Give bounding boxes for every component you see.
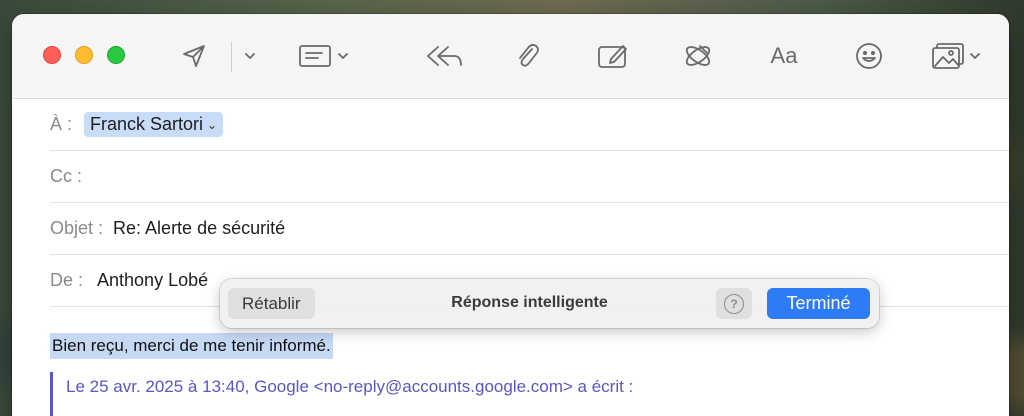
attach-button[interactable]: [509, 38, 545, 74]
question-icon: ?: [724, 293, 744, 314]
message-body-selected-text[interactable]: Bien reçu, merci de me tenir informé.: [50, 333, 333, 359]
insert-photo-button[interactable]: [926, 38, 986, 74]
header-fields-button[interactable]: [294, 38, 354, 74]
zoom-window-button[interactable]: [107, 46, 125, 64]
subject-label: Objet :: [50, 218, 104, 238]
reply-all-icon: [427, 46, 462, 66]
font-format-button[interactable]: Aa: [764, 38, 804, 74]
quoted-message: Le 25 avr. 2025 à 13:40, Google <no-repl…: [50, 372, 633, 416]
smiley-icon: [856, 43, 882, 69]
from-label: De :: [50, 270, 84, 290]
smart-reply-bar: Rétablir Réponse intelligente ? Terminé: [220, 279, 879, 328]
recipient-token[interactable]: Franck Sartori ⌄: [84, 112, 224, 137]
subject-value: Re: Alerte de sécurité: [113, 218, 286, 238]
help-button[interactable]: ?: [716, 288, 752, 319]
recipient-name: Franck Sartori: [90, 114, 204, 134]
close-window-button[interactable]: [43, 46, 61, 64]
writing-tools-icon: [685, 45, 711, 66]
done-button[interactable]: Terminé: [767, 288, 870, 319]
markup-button[interactable]: [595, 38, 631, 74]
quote-header: Le 25 avr. 2025 à 13:40, Google <no-repl…: [66, 377, 634, 396]
cc-field[interactable]: Cc :: [50, 151, 1009, 203]
send-options-button[interactable]: [240, 38, 260, 74]
chevron-down-icon: [245, 53, 255, 59]
send-button[interactable]: [176, 38, 212, 74]
subject-field[interactable]: Objet : Re: Alerte de sécurité: [50, 203, 1009, 255]
to-label: À :: [50, 114, 73, 134]
writing-tools-button[interactable]: [680, 38, 716, 74]
cc-label: Cc :: [50, 166, 83, 186]
from-value: Anthony Lobé: [97, 270, 209, 290]
toolbar: Aa: [12, 14, 1009, 99]
minimize-window-button[interactable]: [75, 46, 93, 64]
to-field[interactable]: À : Franck Sartori ⌄: [50, 99, 1009, 151]
compose-note-icon: [598, 45, 627, 68]
reply-all-button[interactable]: [422, 38, 466, 74]
chevron-down-icon: ⌄: [207, 117, 218, 132]
chevron-down-icon: [969, 53, 980, 59]
toolbar-divider: [231, 42, 232, 72]
emoji-button[interactable]: [851, 38, 887, 74]
header-fields-icon: [299, 45, 331, 67]
photo-icon: [931, 43, 964, 69]
mail-compose-window: Aa À : Franck Sartori ⌄ Cc : Objet : Re:…: [12, 14, 1009, 416]
chevron-down-icon: [338, 53, 348, 59]
send-icon: [183, 45, 205, 67]
paperclip-icon: [519, 43, 539, 67]
